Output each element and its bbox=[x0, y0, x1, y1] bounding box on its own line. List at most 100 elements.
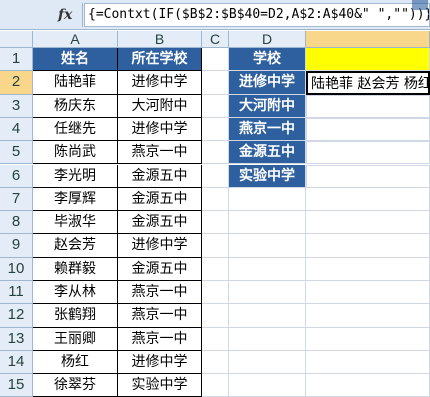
header-name[interactable]: 姓名 bbox=[33, 48, 118, 72]
empty-cell[interactable] bbox=[306, 304, 430, 328]
row-header-3[interactable]: 3 bbox=[0, 94, 33, 118]
lookup-school[interactable]: 大河附中 bbox=[229, 94, 306, 118]
empty-cell[interactable] bbox=[202, 374, 229, 397]
empty-cell[interactable] bbox=[202, 48, 229, 72]
row-header-9[interactable]: 9 bbox=[0, 234, 33, 258]
empty-cell[interactable] bbox=[202, 304, 229, 328]
empty-cell[interactable] bbox=[202, 257, 229, 281]
col-header-e[interactable] bbox=[306, 31, 430, 48]
empty-cell[interactable] bbox=[229, 211, 306, 235]
school-cell[interactable]: 金源五中 bbox=[118, 211, 202, 235]
result-header-cell[interactable] bbox=[306, 48, 430, 72]
row-header-11[interactable]: 11 bbox=[0, 281, 33, 305]
result-cell[interactable] bbox=[306, 164, 430, 188]
fx-icon[interactable]: fx bbox=[58, 7, 72, 23]
row-header-7[interactable]: 7 bbox=[0, 187, 33, 212]
fx-box: fx bbox=[0, 3, 83, 27]
result-cell-selected[interactable]: 陆艳菲 赵会芳 杨红 bbox=[306, 71, 430, 95]
empty-cell[interactable] bbox=[202, 71, 229, 95]
empty-cell[interactable] bbox=[229, 304, 306, 328]
row-header-6[interactable]: 6 bbox=[0, 164, 33, 188]
formula-input[interactable]: {=Contxt(IF($B$2:$B$40=D2,A$2:A$40&" ","… bbox=[84, 3, 430, 27]
empty-cell[interactable] bbox=[229, 234, 306, 258]
name-cell[interactable]: 王丽卿 bbox=[33, 327, 118, 351]
col-header-d[interactable]: D bbox=[229, 31, 306, 48]
lookup-school[interactable]: 燕京一中 bbox=[229, 117, 306, 142]
school-cell[interactable]: 金源五中 bbox=[118, 257, 202, 281]
col-header-b[interactable]: B bbox=[118, 31, 202, 48]
school-cell[interactable]: 燕京一中 bbox=[118, 327, 202, 351]
school-cell[interactable]: 燕京一中 bbox=[118, 281, 202, 305]
empty-cell[interactable] bbox=[306, 187, 430, 212]
name-cell[interactable]: 杨红 bbox=[33, 350, 118, 375]
name-cell[interactable]: 李从林 bbox=[33, 281, 118, 305]
result-cell[interactable] bbox=[306, 94, 430, 118]
empty-cell[interactable] bbox=[202, 327, 229, 351]
school-cell[interactable]: 实验中学 bbox=[118, 374, 202, 397]
empty-cell[interactable] bbox=[202, 164, 229, 188]
lookup-header[interactable]: 学校 bbox=[229, 48, 306, 72]
empty-cell[interactable] bbox=[202, 187, 229, 212]
empty-cell[interactable] bbox=[202, 211, 229, 235]
row-header-14[interactable]: 14 bbox=[0, 350, 33, 375]
empty-cell[interactable] bbox=[306, 257, 430, 281]
name-cell[interactable]: 陆艳菲 bbox=[33, 71, 118, 95]
row-header-13[interactable]: 13 bbox=[0, 327, 33, 351]
school-cell[interactable]: 进修中学 bbox=[118, 234, 202, 258]
result-cell[interactable] bbox=[306, 117, 430, 142]
row-header-15[interactable]: 15 bbox=[0, 374, 33, 397]
row-header-12[interactable]: 12 bbox=[0, 304, 33, 328]
cursor-icon bbox=[412, 0, 428, 10]
empty-cell[interactable] bbox=[202, 117, 229, 142]
school-cell[interactable]: 燕京一中 bbox=[118, 304, 202, 328]
school-cell[interactable]: 大河附中 bbox=[118, 94, 202, 118]
name-cell[interactable]: 任继先 bbox=[33, 117, 118, 142]
row-header-5[interactable]: 5 bbox=[0, 141, 33, 165]
empty-cell[interactable] bbox=[229, 187, 306, 212]
empty-cell[interactable] bbox=[202, 141, 229, 165]
header-school[interactable]: 所在学校 bbox=[118, 48, 202, 72]
name-cell[interactable]: 赖群毅 bbox=[33, 257, 118, 281]
name-cell[interactable]: 李光明 bbox=[33, 164, 118, 188]
select-all-corner[interactable] bbox=[0, 31, 33, 48]
name-cell[interactable]: 徐翠芬 bbox=[33, 374, 118, 397]
empty-cell[interactable] bbox=[306, 234, 430, 258]
row-header-2[interactable]: 2 bbox=[0, 71, 33, 95]
school-cell[interactable]: 进修中学 bbox=[118, 71, 202, 95]
row-header-8[interactable]: 8 bbox=[0, 211, 33, 235]
empty-cell[interactable] bbox=[202, 94, 229, 118]
school-cell[interactable]: 金源五中 bbox=[118, 164, 202, 188]
empty-cell[interactable] bbox=[306, 281, 430, 305]
empty-cell[interactable] bbox=[306, 327, 430, 351]
empty-cell[interactable] bbox=[306, 350, 430, 375]
col-header-c[interactable]: C bbox=[202, 31, 229, 48]
row-header-10[interactable]: 10 bbox=[0, 257, 33, 281]
empty-cell[interactable] bbox=[202, 281, 229, 305]
name-cell[interactable]: 杨庆东 bbox=[33, 94, 118, 118]
empty-cell[interactable] bbox=[229, 327, 306, 351]
empty-cell[interactable] bbox=[306, 211, 430, 235]
lookup-school[interactable]: 实验中学 bbox=[229, 164, 306, 188]
school-cell[interactable]: 金源五中 bbox=[118, 187, 202, 212]
result-cell[interactable] bbox=[306, 141, 430, 165]
name-cell[interactable]: 毕淑华 bbox=[33, 211, 118, 235]
col-header-a[interactable]: A bbox=[33, 31, 118, 48]
empty-cell[interactable] bbox=[229, 350, 306, 375]
empty-cell[interactable] bbox=[202, 234, 229, 258]
empty-cell[interactable] bbox=[306, 374, 430, 397]
school-cell[interactable]: 进修中学 bbox=[118, 117, 202, 142]
school-cell[interactable]: 燕京一中 bbox=[118, 141, 202, 165]
empty-cell[interactable] bbox=[202, 350, 229, 375]
name-cell[interactable]: 赵会芳 bbox=[33, 234, 118, 258]
name-cell[interactable]: 陈尚武 bbox=[33, 141, 118, 165]
empty-cell[interactable] bbox=[229, 374, 306, 397]
name-cell[interactable]: 张鹤翔 bbox=[33, 304, 118, 328]
school-cell[interactable]: 进修中学 bbox=[118, 350, 202, 375]
empty-cell[interactable] bbox=[229, 281, 306, 305]
name-cell[interactable]: 李厚辉 bbox=[33, 187, 118, 212]
lookup-school[interactable]: 进修中学 bbox=[229, 71, 306, 95]
lookup-school[interactable]: 金源五中 bbox=[229, 141, 306, 165]
row-header-1[interactable]: 1 bbox=[0, 48, 33, 72]
empty-cell[interactable] bbox=[229, 257, 306, 281]
row-header-4[interactable]: 4 bbox=[0, 117, 33, 142]
